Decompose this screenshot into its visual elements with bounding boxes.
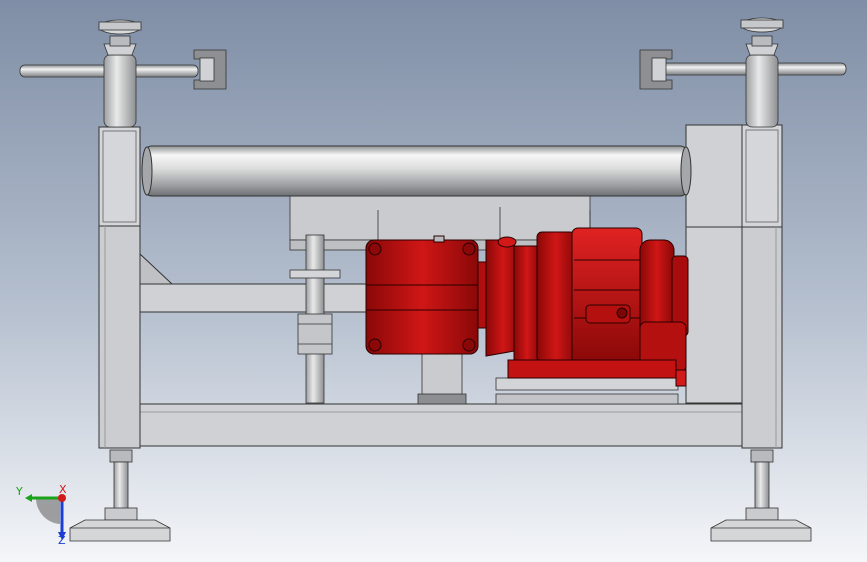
gearbox-housing bbox=[365, 239, 479, 355]
cad-viewport[interactable]: Y X Z bbox=[0, 0, 867, 562]
triad-shading bbox=[35, 498, 60, 524]
y-axis-arrow bbox=[25, 494, 32, 502]
axis-label-x: X bbox=[59, 483, 67, 496]
axis-label-z: Z bbox=[58, 534, 66, 547]
coordinate-triad[interactable]: Y X Z bbox=[14, 484, 74, 546]
cad-model-render[interactable] bbox=[0, 0, 867, 562]
guide-shaft-center bbox=[417, 351, 467, 405]
main-roller bbox=[141, 145, 692, 197]
axis-label-y: Y bbox=[16, 485, 23, 498]
